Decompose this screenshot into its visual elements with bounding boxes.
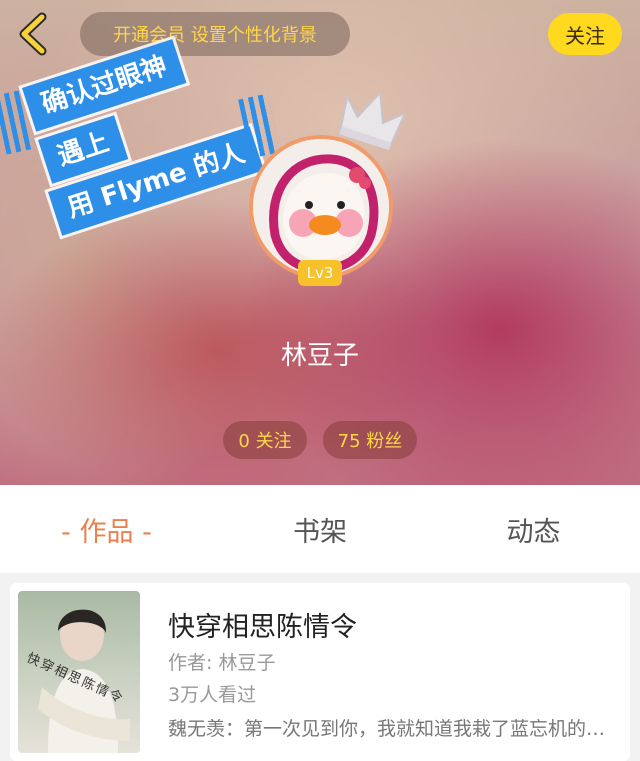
following-count[interactable]: 0 关注: [223, 421, 307, 459]
book-description: 魏无羡：第一次见到你，我就知道我栽了蓝忘机的坑里: [168, 718, 616, 740]
chevron-left-icon: [19, 12, 47, 56]
duck-avatar-image: [253, 139, 389, 275]
tab-works[interactable]: - 作品 -: [0, 485, 213, 573]
tab-activity[interactable]: 动态: [427, 485, 640, 573]
book-author: 作者: 林豆子: [168, 652, 276, 674]
tab-bookshelf[interactable]: 书架: [213, 485, 427, 573]
user-nickname: 林豆子: [280, 341, 359, 371]
follow-button[interactable]: 关注: [548, 13, 622, 55]
back-button[interactable]: [14, 12, 54, 56]
work-card[interactable]: 快穿相思陈情令 快穿相思陈情令 作者: 林豆子 3万人看过 魏无羡：第一次见到你…: [10, 583, 630, 761]
book-views: 3万人看过: [168, 684, 257, 706]
profile-header: 开通会员 设置个性化背景 关注 确认过眼神 遇上 用 Flyme 的人 Lv3 …: [0, 0, 640, 485]
book-title[interactable]: 快穿相思陈情令: [168, 605, 357, 644]
avatar[interactable]: [249, 135, 393, 279]
vip-background-promo[interactable]: 开通会员 设置个性化背景: [80, 12, 350, 56]
level-badge: Lv3: [298, 260, 342, 286]
profile-tabs: - 作品 - 书架 动态: [0, 485, 640, 573]
book-cover: 快穿相思陈情令: [18, 591, 140, 753]
follower-count[interactable]: 75 粉丝: [323, 421, 417, 459]
